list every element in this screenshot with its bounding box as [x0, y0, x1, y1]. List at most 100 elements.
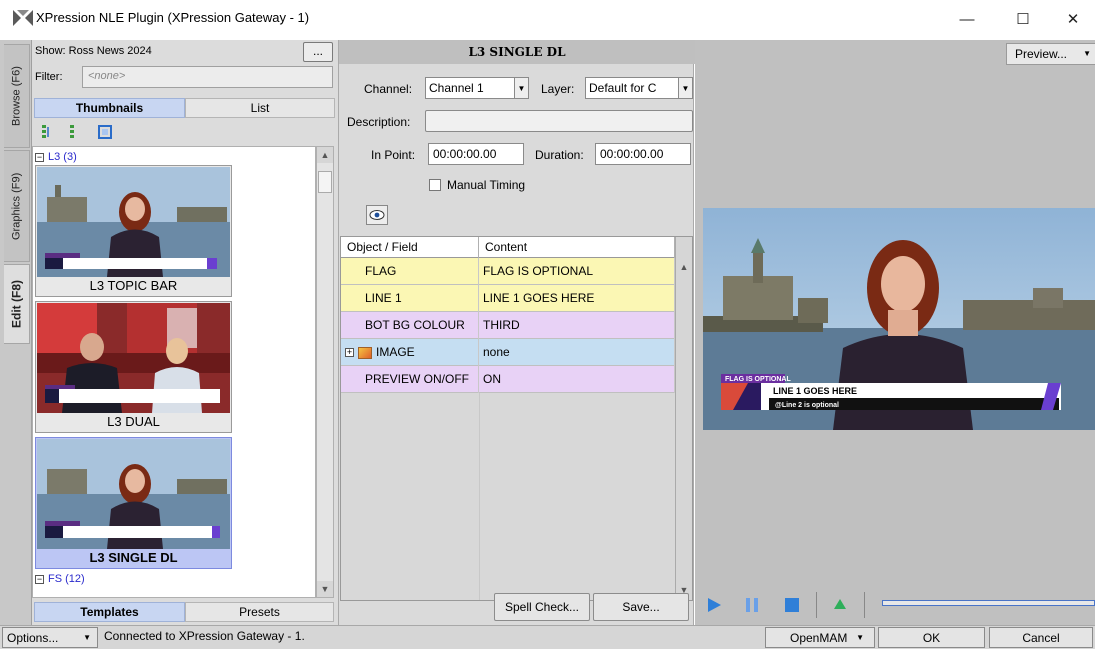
- in-point-input[interactable]: 00:00:00.00: [428, 143, 524, 165]
- template-list: − L3 (3) L3 TOPIC BAR L3 DUAL L3 SINGLE …: [32, 146, 316, 598]
- field-row[interactable]: FLAG FLAG IS OPTIONAL: [341, 258, 675, 285]
- preview-dropdown[interactable]: Preview... ▼: [1006, 43, 1095, 65]
- tab-thumbnails[interactable]: Thumbnails: [34, 98, 185, 118]
- template-thumbnail[interactable]: L3 TOPIC BAR: [35, 165, 232, 297]
- duration-input[interactable]: 00:00:00.00: [595, 143, 691, 165]
- collapse-icon[interactable]: −: [35, 152, 44, 162]
- field-name: BOT BG COLOUR: [365, 318, 465, 332]
- duration-label: Duration:: [535, 148, 584, 162]
- field-name-cell: BOT BG COLOUR: [341, 312, 479, 339]
- timeline-slider[interactable]: [882, 600, 1095, 606]
- options-button[interactable]: Options... ▼: [2, 627, 98, 648]
- group-fs[interactable]: − FS (12): [35, 573, 85, 585]
- grid-header: Object / Field Content: [341, 237, 675, 258]
- template-thumbnail-selected[interactable]: L3 SINGLE DL: [35, 437, 232, 569]
- field-content-cell[interactable]: LINE 1 GOES HERE: [479, 285, 675, 312]
- connection-status: Connected to XPression Gateway - 1.: [104, 629, 305, 643]
- separator: [864, 592, 865, 618]
- thumbnail-image: [37, 167, 230, 277]
- cancel-button[interactable]: Cancel: [989, 627, 1093, 648]
- play-icon[interactable]: [705, 596, 723, 614]
- scroll-thumb[interactable]: [318, 171, 332, 193]
- preview-eye-button[interactable]: [366, 205, 388, 225]
- field-row[interactable]: PREVIEW ON/OFF ON: [341, 366, 675, 393]
- field-name: PREVIEW ON/OFF: [365, 372, 470, 386]
- tree-collapse-icon[interactable]: [64, 123, 82, 141]
- chevron-down-icon: ▼: [1083, 49, 1091, 58]
- field-row[interactable]: LINE 1 LINE 1 GOES HERE: [341, 285, 675, 312]
- xpression-logo-icon: [13, 10, 33, 26]
- field-content-cell[interactable]: none: [479, 339, 675, 366]
- template-list-scrollbar[interactable]: ▲ ▼: [316, 146, 334, 598]
- status-bar: Options... ▼ Connected to XPression Gate…: [0, 625, 1095, 649]
- tab-graphics[interactable]: Graphics (F9): [4, 150, 30, 262]
- take-up-icon[interactable]: [832, 596, 848, 612]
- image-icon: [358, 346, 372, 359]
- options-label: Options...: [7, 630, 59, 645]
- tab-browse[interactable]: Browse (F6): [4, 44, 30, 148]
- save-button[interactable]: Save...: [593, 593, 689, 621]
- bottom-tabs: Templates Presets: [34, 602, 334, 622]
- frame-select-icon[interactable]: [96, 123, 114, 141]
- close-button[interactable]: ✕: [1050, 0, 1095, 38]
- spell-check-button[interactable]: Spell Check...: [494, 593, 590, 621]
- transport-bar: [695, 588, 1095, 622]
- grid-scrollbar[interactable]: ▲ ▼: [675, 237, 692, 600]
- template-thumbnail[interactable]: L3 DUAL: [35, 301, 232, 433]
- chevron-down-icon: ▼: [856, 633, 864, 642]
- tree-expand-icon[interactable]: [40, 123, 58, 141]
- group-l3[interactable]: − L3 (3): [35, 151, 77, 163]
- stop-icon[interactable]: [783, 596, 801, 614]
- group-label: FS (12): [48, 573, 85, 585]
- thumbnail-toolbar: [34, 120, 154, 144]
- field-row[interactable]: BOT BG COLOUR THIRD: [341, 312, 675, 339]
- template-browser-panel: Show: Ross News 2024 ... Filter: <none> …: [32, 40, 338, 625]
- thumbnail-image: [37, 303, 230, 413]
- layer-select[interactable]: Default for C ▼: [585, 77, 693, 99]
- description-input[interactable]: [425, 110, 693, 132]
- grid-empty-area: [479, 393, 480, 600]
- filter-input[interactable]: <none>: [82, 66, 333, 88]
- expand-icon[interactable]: +: [345, 348, 354, 358]
- filter-label: Filter:: [35, 71, 63, 83]
- chevron-down-icon[interactable]: ▼: [678, 78, 692, 98]
- channel-value: Channel 1: [429, 81, 484, 95]
- manual-timing-checkbox[interactable]: [429, 179, 441, 191]
- field-content-cell[interactable]: FLAG IS OPTIONAL: [479, 258, 675, 285]
- ok-button[interactable]: OK: [878, 627, 985, 648]
- lower-third-line1: LINE 1 GOES HERE: [773, 386, 857, 396]
- tab-edit[interactable]: Edit (F8): [4, 264, 30, 344]
- openmam-label: OpenMAM: [790, 630, 848, 645]
- field-content-cell[interactable]: THIRD: [479, 312, 675, 339]
- field-content-cell[interactable]: ON: [479, 366, 675, 393]
- show-select-button[interactable]: ...: [303, 42, 333, 62]
- thumbnail-label: L3 SINGLE DL: [89, 550, 178, 565]
- layer-label: Layer:: [541, 82, 575, 96]
- scroll-down-icon[interactable]: ▼: [317, 581, 333, 597]
- preview-panel: Preview... ▼ FLAG IS OPTIONAL LINE 1 GOE…: [695, 40, 1095, 625]
- preview-image: FLAG IS OPTIONAL LINE 1 GOES HERE @Line …: [703, 208, 1095, 430]
- channel-select[interactable]: Channel 1 ▼: [425, 77, 529, 99]
- scroll-up-icon[interactable]: ▲: [676, 259, 692, 275]
- scroll-up-icon[interactable]: ▲: [317, 147, 333, 163]
- template-title: L3 SINGLE DL: [339, 40, 695, 64]
- field-name: IMAGE: [376, 345, 415, 359]
- thumbnail-label: L3 TOPIC BAR: [89, 278, 178, 293]
- tab-presets[interactable]: Presets: [185, 602, 334, 622]
- tab-list[interactable]: List: [185, 98, 335, 118]
- preview-video-frame: FLAG IS OPTIONAL LINE 1 GOES HERE @Line …: [703, 208, 1095, 430]
- field-name-cell: PREVIEW ON/OFF: [341, 366, 479, 393]
- pause-icon[interactable]: [743, 596, 761, 614]
- chevron-down-icon[interactable]: ▼: [514, 78, 528, 98]
- layer-value: Default for C: [589, 81, 657, 95]
- column-header-content[interactable]: Content: [479, 237, 675, 258]
- field-row[interactable]: + IMAGE none: [341, 339, 675, 366]
- eye-icon: [369, 210, 385, 220]
- column-header-field[interactable]: Object / Field: [341, 237, 479, 258]
- maximize-button[interactable]: ☐: [1000, 0, 1046, 38]
- openmam-button[interactable]: OpenMAM ▼: [765, 627, 875, 648]
- tab-templates[interactable]: Templates: [34, 602, 185, 622]
- manual-timing-label: Manual Timing: [447, 178, 526, 192]
- collapse-icon[interactable]: −: [35, 574, 44, 584]
- minimize-button[interactable]: —: [944, 0, 990, 38]
